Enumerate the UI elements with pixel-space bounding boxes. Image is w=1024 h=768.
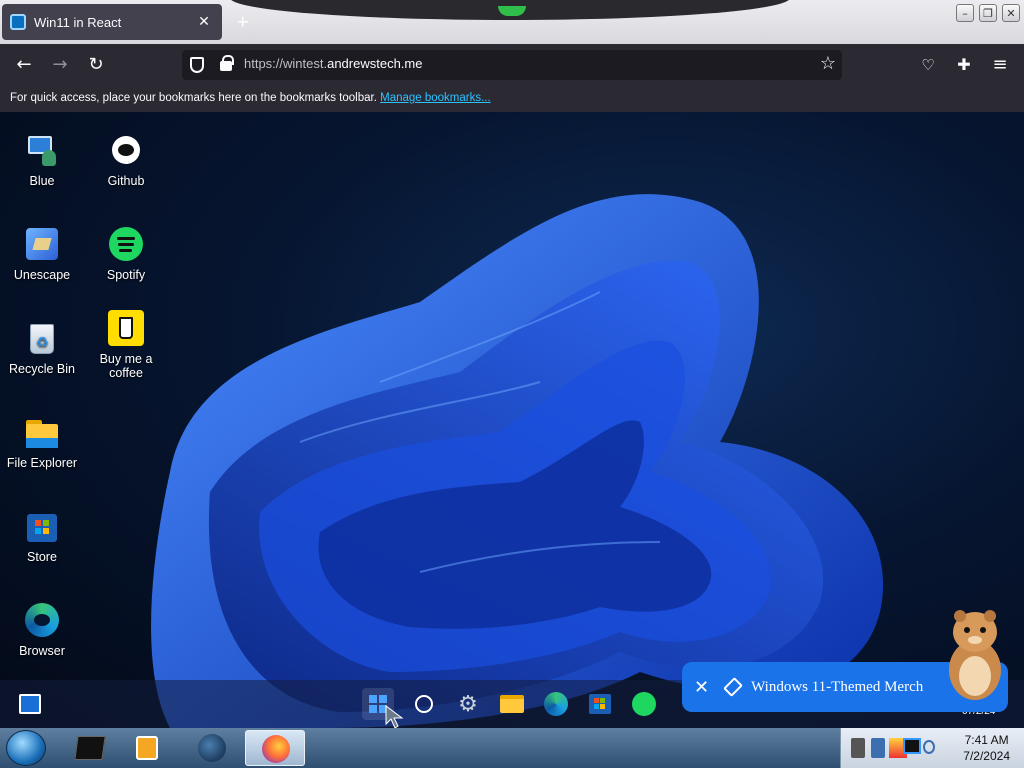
spotify-icon: [108, 226, 144, 262]
host-start-button[interactable]: [6, 730, 46, 766]
host-date: 7/2/2024: [963, 749, 1010, 763]
menu-icon[interactable]: ≡: [989, 54, 1011, 76]
desktop-icon-label: Store: [27, 550, 57, 564]
user-computer-icon: [24, 132, 60, 168]
desktop-icon-buy-me-a-coffee[interactable]: Buy me a coffee: [84, 310, 168, 380]
tray-app-icon[interactable]: [903, 738, 921, 754]
store-icon[interactable]: [584, 688, 616, 720]
store-icon: [24, 508, 60, 544]
desktop-icon-label: Unescape: [13, 268, 71, 282]
host-app-firefox-icon[interactable]: [245, 730, 305, 766]
desktop-icon-label: Github: [107, 174, 145, 188]
extensions-icon[interactable]: ✚: [953, 54, 975, 76]
url-bar[interactable]: https://wintest.andrewstech.me ☆: [182, 50, 842, 80]
tab-favicon-icon: [10, 14, 26, 30]
desktop-icon-blue[interactable]: Blue: [0, 132, 84, 188]
desktop-icon-browser[interactable]: Browser: [0, 602, 84, 658]
close-icon[interactable]: ✕: [694, 677, 709, 698]
recycle-bin-icon: ♻: [24, 320, 60, 356]
host-system-tray: 7:41 AM 7/2/2024: [840, 728, 1024, 768]
desktop-icon-github[interactable]: Github: [84, 132, 168, 188]
search-icon[interactable]: [408, 688, 440, 720]
shield-icon[interactable]: [190, 57, 204, 73]
tab-title: Win11 in React: [34, 14, 122, 30]
maximize-button[interactable]: ❐: [979, 4, 997, 22]
minimize-button[interactable]: –: [956, 4, 974, 22]
desktop-icon-label: File Explorer: [6, 456, 78, 470]
toast-text: Windows 11-Themed Merch: [751, 678, 924, 695]
desktop: Blue Github Unescape Spotify ♻ Recycle B…: [0, 112, 1024, 728]
back-button[interactable]: ←: [13, 54, 35, 76]
manage-bookmarks-link[interactable]: Manage bookmarks...: [380, 92, 491, 104]
folder-icon: [24, 414, 60, 450]
desktop-icon-label: Browser: [19, 644, 65, 658]
bookmarks-hint: For quick access, place your bookmarks h…: [10, 92, 377, 104]
hamster-image: [949, 610, 1001, 700]
coffee-cup-icon: [108, 310, 144, 346]
edge-icon[interactable]: [540, 688, 572, 720]
wallpaper-bloom: [151, 194, 884, 728]
url-text: https://wintest.andrewstech.me: [244, 56, 423, 71]
spotify-icon[interactable]: [628, 688, 660, 720]
new-tab-icon[interactable]: +: [236, 12, 249, 31]
edge-icon: [24, 602, 60, 638]
bookmarks-toolbar: For quick access, place your bookmarks h…: [0, 86, 1024, 112]
desktop-icon-file-explorer[interactable]: File Explorer: [0, 414, 84, 470]
forward-button[interactable]: →: [49, 54, 71, 76]
tab-close-icon[interactable]: ✕: [194, 14, 214, 30]
close-window-button[interactable]: ✕: [1002, 4, 1020, 22]
host-app-black-box-icon[interactable]: [70, 730, 110, 766]
desktop-icon-store[interactable]: Store: [0, 508, 84, 564]
host-clock[interactable]: 7:41 AM 7/2/2024: [963, 732, 1010, 764]
reload-button[interactable]: ↻: [85, 54, 107, 76]
tray-app-icon[interactable]: [871, 738, 885, 758]
desktop-icon-recycle-bin[interactable]: ♻ Recycle Bin: [0, 320, 84, 376]
desktop-icon-label: Blue: [29, 174, 55, 188]
mouse-cursor-icon: [385, 705, 404, 729]
bookmark-star-icon[interactable]: ☆: [820, 53, 836, 74]
host-app-media-player-icon[interactable]: [128, 730, 168, 766]
desktop-icon-label: Spotify: [106, 268, 146, 282]
file-explorer-icon[interactable]: [496, 688, 528, 720]
github-icon: [108, 132, 144, 168]
desktop-icon-label: Recycle Bin: [9, 362, 75, 376]
navigation-toolbar: ← → ↻ https://wintest.andrewstech.me ☆ ♡…: [0, 44, 1024, 86]
pocket-icon[interactable]: ♡: [917, 54, 939, 76]
browser-tab[interactable]: Win11 in React ✕: [2, 4, 222, 40]
desktop-icon-spotify[interactable]: Spotify: [84, 226, 168, 282]
tray-app-icon[interactable]: [851, 738, 865, 758]
tray-network-icon[interactable]: [923, 740, 935, 754]
unescape-room-icon: [24, 226, 60, 262]
host-taskbar: 7:41 AM 7/2/2024: [0, 728, 1024, 768]
desktop-icon-label: Buy me a coffee: [99, 352, 153, 380]
host-time: 7:41 AM: [964, 733, 1009, 747]
widgets-icon[interactable]: [14, 688, 46, 720]
settings-icon[interactable]: ⚙: [452, 688, 484, 720]
browser-titlebar: Win11 in React ✕ + – ❐ ✕: [0, 0, 1024, 44]
lock-icon[interactable]: [220, 55, 234, 71]
host-app-globe-icon[interactable]: [192, 730, 232, 766]
tag-icon: [723, 677, 743, 697]
desktop-icon-unescape[interactable]: Unescape: [0, 226, 84, 282]
